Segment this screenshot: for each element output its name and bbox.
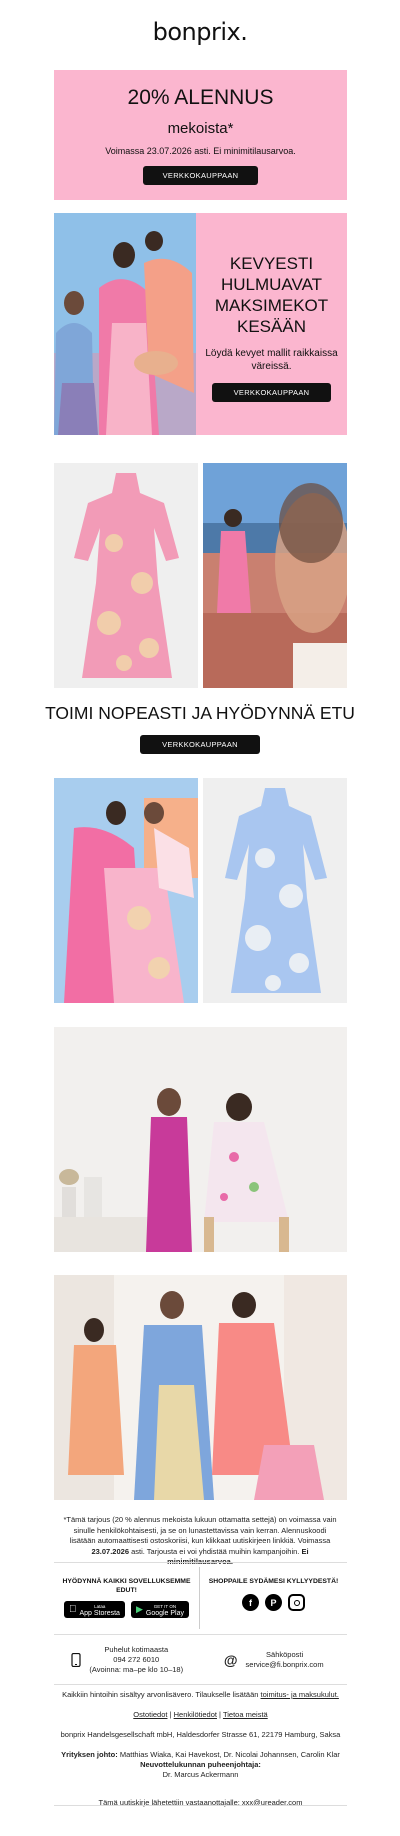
promo-subheadline: mekoista* xyxy=(167,120,234,137)
board-label: Yrityksen johto: xyxy=(61,1750,118,1759)
product-row xyxy=(54,463,347,688)
promo-headline: 20% ALENNUS xyxy=(127,86,274,109)
pinterest-icon[interactable]: P xyxy=(265,1594,282,1611)
offer-disclaimer: *Tämä tarjous (20 % alennus mekoista luk… xyxy=(62,1515,338,1568)
model-lifestyle-image[interactable] xyxy=(203,463,347,688)
divider xyxy=(54,1805,347,1806)
blue-maxi-dress-product-image[interactable] xyxy=(203,778,347,1003)
divider xyxy=(54,1634,347,1635)
hero-image[interactable] xyxy=(54,213,196,435)
about-link[interactable]: Tietoa meistä xyxy=(223,1710,268,1719)
shop-button[interactable]: VERKKOKAUPPAAN xyxy=(140,735,260,754)
disclaimer-text-2: asti. Tarjousta ei voi yhdistää muihin k… xyxy=(129,1546,302,1556)
chair-name: Dr. Marcus Ackermann xyxy=(162,1770,239,1779)
contact-section: Puhelut kotimaasta 094 272 6010 (Avoinna… xyxy=(54,1640,347,1680)
email-contact[interactable]: @ Sähköposti service@fi.bonprix.com xyxy=(201,1640,348,1680)
email-text: Sähköposti service@fi.bonprix.com xyxy=(246,1650,324,1670)
bonprix-logo[interactable]: bonprix. xyxy=(0,0,400,60)
phone-contact[interactable]: Puhelut kotimaasta 094 272 6010 (Avoinna… xyxy=(54,1640,201,1680)
phone-hours: (Avoinna: ma–pe klo 10–18) xyxy=(89,1665,184,1674)
shop-button[interactable]: VERKKOKAUPPAAN xyxy=(211,383,332,402)
promo-banner: 20% ALENNUS mekoista* Voimassa 23.07.202… xyxy=(54,70,347,200)
management-info: Yrityksen johto: Matthias Wiaka, Kai Hav… xyxy=(54,1750,347,1780)
google-play-icon: ▶ xyxy=(132,1604,143,1614)
facebook-icon[interactable]: f xyxy=(242,1594,259,1611)
hero-title: KEVYESTI HULMUAVAT MAKSIMEKOT KESÄÄN xyxy=(214,254,329,336)
prices-note: Kaikkiin hintoihin sisältyy arvonlisäver… xyxy=(62,1690,339,1699)
email-address: service@fi.bonprix.com xyxy=(245,1660,324,1669)
google-play-badge[interactable]: ▶ GET IT ON Google Play xyxy=(130,1601,190,1618)
app-store-text: Lataa App Storesta xyxy=(75,1603,119,1617)
apple-icon:  xyxy=(69,1604,77,1615)
social-heading: SHOPPAILE SYDÄMESI KYLLYYDESTÄ! xyxy=(208,1578,339,1585)
pink-outfit-lifestyle-image[interactable] xyxy=(54,778,198,1003)
apps-heading: HYÖDYNNÄ KAIKKI SOVELLUKSEMME EDUT! xyxy=(62,1578,191,1594)
purchase-info-link[interactable]: Ostotiedot xyxy=(133,1710,167,1719)
promo-validity: Voimassa 23.07.2026 asti. Ei minimitilau… xyxy=(105,146,296,156)
cta-title: TOIMI NOPEASTI JA HYÖDYNNÄ ETU xyxy=(45,703,355,723)
phone-label: Puhelut kotimaasta xyxy=(104,1645,169,1654)
footer: Kaikkiin hintoihin sisältyy arvonlisäver… xyxy=(54,1690,347,1818)
recipient-note: Tämä uutiskirje lähetettiin vastaanottaj… xyxy=(98,1798,303,1807)
phone-number: 094 272 6010 xyxy=(113,1655,160,1664)
app-store-badge[interactable]:  Lataa App Storesta xyxy=(63,1601,125,1618)
apps-panel: HYÖDYNNÄ KAIKKI SOVELLUKSEMME EDUT!  La… xyxy=(54,1567,200,1629)
app-badges:  Lataa App Storesta ▶ GET IT ON Google … xyxy=(54,1601,199,1618)
phone-text: Puhelut kotimaasta 094 272 6010 (Avoinna… xyxy=(89,1645,183,1675)
disclaimer-text-1: *Tämä tarjous (20 % alennus mekoista luk… xyxy=(63,1515,337,1545)
product-row xyxy=(54,778,347,1003)
privacy-link[interactable]: Henkilötiedot xyxy=(174,1710,217,1719)
footer-links: Ostotiedot | Henkilötiedot | Tietoa meis… xyxy=(133,1710,268,1719)
instagram-icon[interactable] xyxy=(288,1594,305,1611)
shop-button[interactable]: VERKKOKAUPPAAN xyxy=(142,166,259,185)
divider xyxy=(54,1684,347,1685)
divider xyxy=(54,1562,347,1563)
social-icons: f P xyxy=(200,1594,347,1611)
google-play-text: GET IT ON Google Play xyxy=(142,1603,184,1617)
company-address: bonprix Handelsgesellschaft mbH, Haldesd… xyxy=(60,1730,341,1739)
apps-social-section: HYÖDYNNÄ KAIKKI SOVELLUKSEMME EDUT!  La… xyxy=(54,1567,347,1629)
group-lifestyle-image[interactable] xyxy=(54,1275,347,1500)
pink-maxi-dress-product-image[interactable] xyxy=(54,463,198,688)
kids-lifestyle-image[interactable] xyxy=(54,1027,347,1252)
hero-section: KEVYESTI HULMUAVAT MAKSIMEKOT KESÄÄN Löy… xyxy=(54,213,347,435)
phone-icon xyxy=(71,1653,82,1667)
cta-button-wrapper: VERKKOKAUPPAAN xyxy=(0,734,400,754)
board-members: Matthias Wiaka, Kai Havekost, Dr. Nicola… xyxy=(117,1750,340,1759)
terms-link[interactable]: toimitus- ja maksukulut. xyxy=(261,1690,339,1699)
at-sign-icon: @ xyxy=(223,1652,238,1668)
hero-description: Löydä kevyet mallit raikkaissa väreissä. xyxy=(205,348,338,372)
chair-label: Neuvottelukunnan puheenjohtaja: xyxy=(140,1760,261,1769)
social-panel: SHOPPAILE SYDÄMESI KYLLYYDESTÄ! f P xyxy=(200,1567,347,1629)
hero-text-panel: KEVYESTI HULMUAVAT MAKSIMEKOT KESÄÄN Löy… xyxy=(196,213,347,435)
email-label: Sähköposti xyxy=(266,1650,304,1659)
disclaimer-date: 23.07.2026 xyxy=(91,1546,129,1556)
newsletter-page: bonprix. 20% ALENNUS mekoista* Voimassa … xyxy=(0,0,400,1836)
